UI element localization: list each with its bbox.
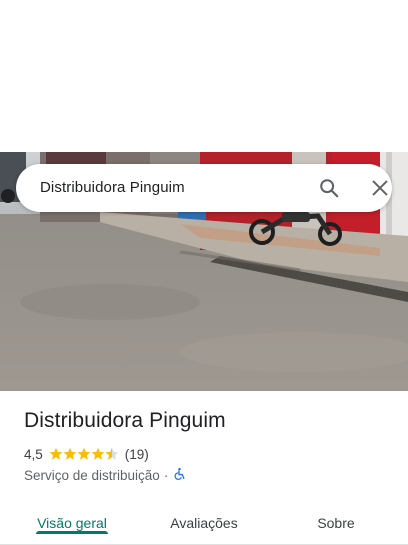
star-icon bbox=[63, 447, 77, 460]
rating-value: 4,5 bbox=[24, 446, 43, 462]
separator-dot: · bbox=[163, 467, 169, 483]
search-input[interactable]: Distribuidora Pinguim bbox=[40, 179, 185, 196]
tab-overview[interactable]: Visão geral bbox=[24, 501, 120, 544]
rating-row[interactable]: 4,5 (19) bbox=[24, 445, 149, 463]
rating-stars bbox=[49, 447, 119, 461]
wheelchair-icon bbox=[173, 467, 186, 484]
half-star-icon bbox=[105, 447, 119, 460]
place-title: Distribuidora Pinguim bbox=[24, 409, 226, 432]
close-icon[interactable] bbox=[369, 177, 391, 199]
search-icon[interactable] bbox=[318, 177, 340, 199]
star-icon bbox=[77, 447, 91, 460]
category-row: Serviço de distribuição · bbox=[24, 466, 186, 484]
tab-reviews[interactable]: Avaliações bbox=[156, 501, 252, 544]
star-icon bbox=[91, 447, 105, 460]
tab-bar: Visão geral Avaliações Sobre bbox=[0, 501, 408, 545]
review-count[interactable]: (19) bbox=[125, 447, 149, 462]
active-tab-indicator bbox=[36, 531, 108, 534]
tab-about[interactable]: Sobre bbox=[288, 501, 384, 544]
place-category: Serviço de distribuição bbox=[24, 467, 160, 483]
star-icon bbox=[49, 447, 63, 460]
place-info-panel: Distribuidora Pinguim 4,5 (19) Serviço d… bbox=[0, 391, 408, 545]
search-bar[interactable]: Distribuidora Pinguim bbox=[16, 164, 392, 212]
